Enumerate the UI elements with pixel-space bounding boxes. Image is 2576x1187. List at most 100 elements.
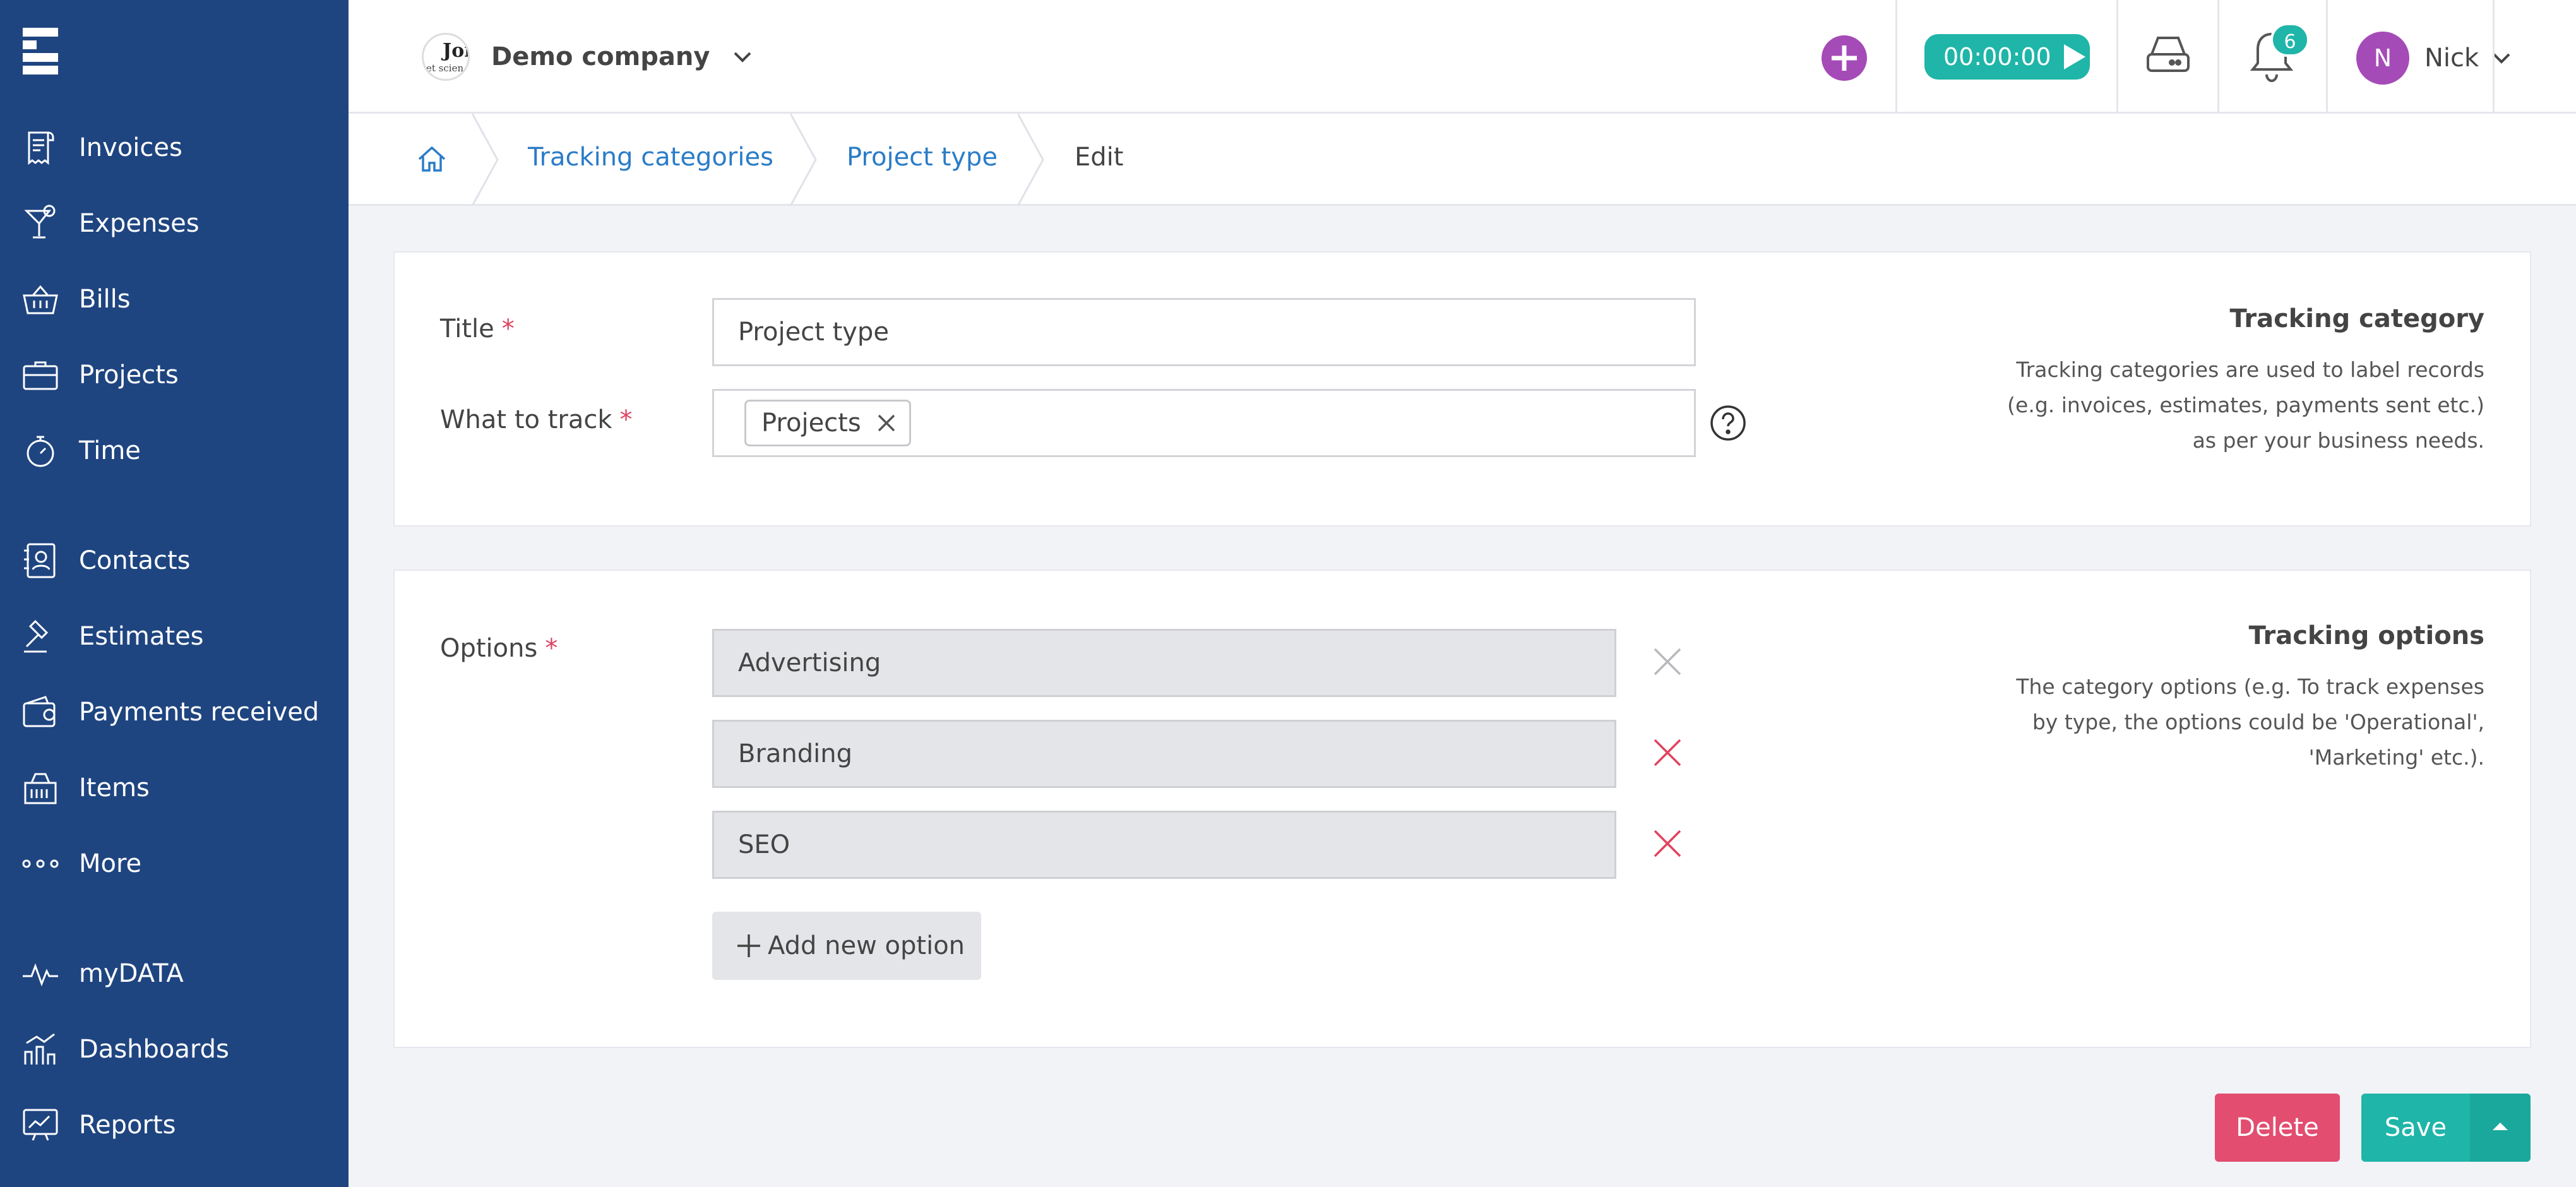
sidebar-item-label: Estimates <box>79 622 204 651</box>
user-name: Nick <box>2424 44 2479 73</box>
title-input-value: Project type <box>738 318 889 347</box>
delete-button[interactable]: Delete <box>2215 1094 2340 1162</box>
basket-icon <box>20 279 61 319</box>
remove-option-icon[interactable] <box>1651 736 1684 769</box>
sidebar-item-estimates[interactable]: Estimates <box>0 605 349 668</box>
what-to-track-multiselect[interactable]: Projects <box>712 389 1696 457</box>
sidebar-item-payments-received[interactable]: Payments received <box>0 681 349 744</box>
sidebar-item-label: Time <box>79 436 141 465</box>
option-input-advertising[interactable]: Advertising <box>712 629 1616 697</box>
app-logo[interactable] <box>23 28 61 76</box>
more-icon <box>20 844 61 884</box>
breadcrumb-separator <box>472 114 499 206</box>
selected-tag-projects: Projects <box>744 400 911 446</box>
sidebar-item-label: Invoices <box>79 133 182 162</box>
sidebar: Invoices Expenses Bills Projects Time Co… <box>0 0 349 1187</box>
breadcrumb: Tracking categories Project type Edit <box>349 114 2576 206</box>
what-to-track-label: What to track * <box>440 405 633 434</box>
sidebar-item-label: myDATA <box>79 959 184 988</box>
sidebar-item-label: More <box>79 849 142 878</box>
title-label: Title * <box>440 314 515 343</box>
storage-drive-icon[interactable] <box>2143 29 2193 80</box>
sidebar-item-label: Reports <box>79 1111 176 1140</box>
remove-option-icon[interactable] <box>1651 645 1684 678</box>
company-logo: Joi et scien <box>422 33 470 81</box>
title-input[interactable]: Project type <box>712 298 1696 366</box>
save-button[interactable]: Save <box>2361 1094 2470 1162</box>
sidebar-item-label: Dashboards <box>79 1035 229 1064</box>
save-options-dropdown-button[interactable] <box>2470 1094 2531 1162</box>
breadcrumb-separator <box>790 114 817 206</box>
divider <box>2493 0 2495 114</box>
add-new-option-label: Add new option <box>768 931 965 960</box>
option-value: Advertising <box>738 648 881 677</box>
add-new-option-button[interactable]: Add new option <box>712 912 981 980</box>
cocktail-icon <box>20 203 61 244</box>
divider <box>2326 0 2328 114</box>
sidebar-item-invoices[interactable]: Invoices <box>0 116 349 179</box>
play-icon <box>2063 44 2085 69</box>
timer-button[interactable]: 00:00:00 <box>1924 34 2090 80</box>
remove-option-icon[interactable] <box>1651 827 1684 860</box>
options-label: Options * <box>440 634 558 663</box>
avatar: N <box>2356 32 2409 85</box>
sidebar-item-reports[interactable]: Reports <box>0 1094 349 1157</box>
invoice-icon <box>20 128 61 168</box>
company-name: Demo company <box>491 42 710 71</box>
sidebar-item-projects[interactable]: Projects <box>0 343 349 407</box>
contacts-icon <box>20 540 61 581</box>
sidebar-item-label: Payments received <box>79 698 319 727</box>
sidebar-item-bills[interactable]: Bills <box>0 268 349 331</box>
tag-label: Projects <box>761 409 861 438</box>
sidebar-item-contacts[interactable]: Contacts <box>0 529 349 592</box>
sidebar-item-time[interactable]: Time <box>0 419 349 482</box>
sidebar-item-label: Items <box>79 773 150 802</box>
required-marker: * <box>545 634 558 663</box>
help-icon[interactable] <box>1709 404 1747 442</box>
reports-icon <box>20 1105 61 1145</box>
tracking-options-card: Options * Advertising Branding SEO Add ne… <box>393 570 2531 1048</box>
sidebar-item-mydata[interactable]: myDATA <box>0 942 349 1005</box>
section-title: Tracking options <box>2248 621 2484 650</box>
tracking-category-card: Title * Project type What to track * Proje… <box>393 251 2531 527</box>
company-logo-text: Joi <box>443 40 470 62</box>
remove-tag-icon[interactable] <box>874 410 899 436</box>
dashboard-icon <box>20 1029 61 1070</box>
sidebar-item-dashboards[interactable]: Dashboards <box>0 1018 349 1081</box>
option-input-branding[interactable]: Branding <box>712 720 1616 788</box>
stopwatch-icon <box>20 431 61 471</box>
chevron-down-icon <box>734 52 751 63</box>
section-title: Tracking category <box>2229 304 2484 333</box>
option-input-seo[interactable]: SEO <box>712 811 1616 879</box>
breadcrumb-link-tracking-categories[interactable]: Tracking categories <box>528 143 773 172</box>
breadcrumb-separator <box>1018 114 1044 206</box>
wallet-icon <box>20 692 61 732</box>
option-value: Branding <box>738 739 852 768</box>
section-description: Tracking categories are used to label re… <box>2007 357 2484 453</box>
breadcrumb-link-project-type[interactable]: Project type <box>847 143 998 172</box>
timer-display: 00:00:00 <box>1943 43 2051 71</box>
gavel-icon <box>20 616 61 657</box>
breadcrumb-current: Edit <box>1075 143 1124 172</box>
home-icon[interactable] <box>414 141 450 177</box>
sidebar-item-more[interactable]: More <box>0 832 349 895</box>
sidebar-item-expenses[interactable]: Expenses <box>0 192 349 255</box>
company-switcher[interactable]: Joi et scien Demo company <box>422 32 754 82</box>
sidebar-item-label: Expenses <box>79 209 200 238</box>
briefcase-icon <box>20 355 61 395</box>
user-menu[interactable]: N Nick <box>2356 32 2513 85</box>
quick-add-button[interactable] <box>1822 35 1867 81</box>
notifications-badge: 6 <box>2270 23 2310 57</box>
divider <box>1895 0 1897 114</box>
divider <box>2217 0 2219 114</box>
pulse-icon <box>20 953 61 994</box>
sidebar-item-label: Bills <box>79 285 131 314</box>
items-icon <box>20 768 61 808</box>
company-logo-subtext: et scien <box>426 63 464 74</box>
section-description: The category options (e.g. To track expe… <box>2016 674 2484 770</box>
sidebar-item-label: Contacts <box>79 546 191 575</box>
sidebar-item-items[interactable]: Items <box>0 756 349 820</box>
required-marker: * <box>619 405 633 434</box>
divider <box>2116 0 2118 114</box>
option-value: SEO <box>738 830 790 859</box>
